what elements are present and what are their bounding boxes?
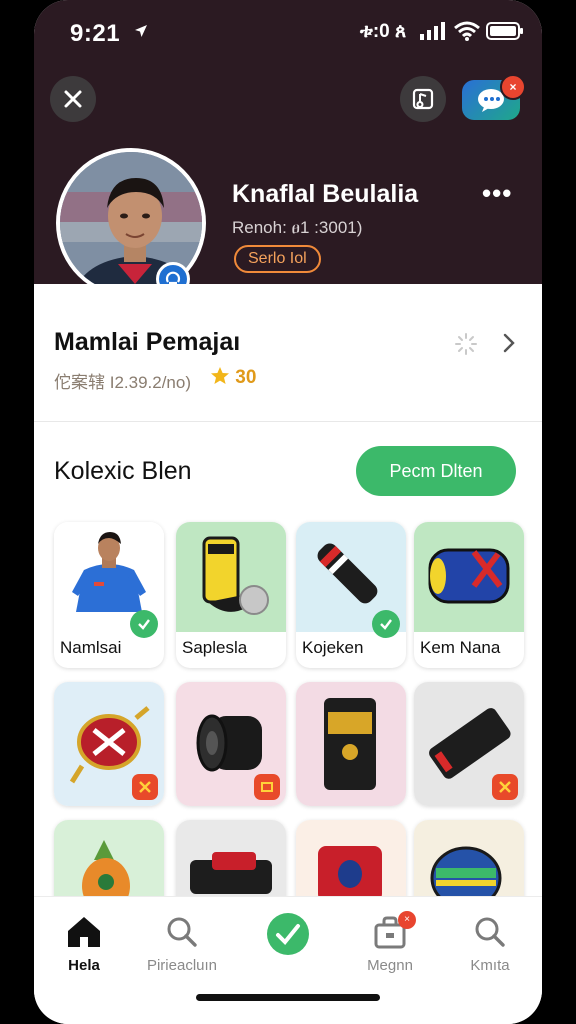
nav-item-search-2[interactable]: Kmıta bbox=[440, 915, 540, 985]
rating-score: 30 bbox=[210, 366, 256, 389]
rating-title: Mamlai Pemajaı bbox=[54, 328, 241, 356]
chevron-right-icon[interactable] bbox=[500, 332, 518, 354]
check-circle-icon bbox=[267, 913, 309, 955]
collection-card[interactable] bbox=[414, 682, 524, 806]
nav-badge: × bbox=[398, 911, 416, 929]
profile-status-badge[interactable]: Serlo Iol bbox=[234, 245, 321, 273]
collection-action-button[interactable]: Pecm Dlten bbox=[356, 446, 516, 496]
star-icon bbox=[211, 367, 229, 384]
collection-card[interactable] bbox=[54, 682, 164, 806]
tag-icon bbox=[254, 774, 280, 800]
rating-row[interactable]: Mamlai Pemajaı 佗案辖 I2.39.2/no) 30 bbox=[34, 284, 542, 422]
rating-score-value: 30 bbox=[235, 367, 257, 388]
collection-card[interactable]: Saplesla bbox=[176, 522, 286, 668]
owned-check-icon bbox=[372, 610, 400, 638]
phone-screen: 9:21 ቱ:0 ጰ × Knaflal Beulalia Renoh: ፀ1 … bbox=[34, 0, 542, 1024]
close-icon bbox=[64, 90, 82, 108]
owned-check-icon bbox=[130, 610, 158, 638]
battery-icon bbox=[486, 22, 523, 40]
nav-label: Hela bbox=[68, 957, 100, 974]
tag-icon bbox=[132, 774, 158, 800]
collection-card[interactable] bbox=[296, 682, 406, 806]
nav-item-home[interactable]: Hela bbox=[34, 915, 134, 985]
collection-card[interactable]: Kojeken bbox=[296, 522, 406, 668]
collection-card[interactable]: Namlsai bbox=[54, 522, 164, 668]
nav-item-bag[interactable]: × Megnn bbox=[340, 911, 440, 985]
wallet-image bbox=[296, 682, 406, 806]
wifi-icon bbox=[454, 21, 480, 41]
profile-subtitle: Renoh: ፀ1 :3001) bbox=[232, 218, 363, 237]
profile-header: 9:21 ቱ:0 ጰ × Knaflal Beulalia Renoh: ፀ1 … bbox=[34, 0, 542, 298]
tag-icon bbox=[492, 774, 518, 800]
rating-subtitle: 佗案辖 I2.39.2/no) bbox=[54, 373, 192, 392]
collection-card[interactable]: Kem Nana bbox=[414, 522, 524, 668]
card-label: Kojeken bbox=[302, 638, 364, 657]
search-icon bbox=[475, 917, 505, 947]
location-arrow-icon bbox=[135, 25, 147, 37]
home-indicator[interactable] bbox=[196, 994, 380, 1001]
bottom-nav: Hela Pirieacluın × Megnn Kmıta bbox=[34, 896, 542, 1024]
signal-icon bbox=[420, 22, 445, 40]
collection-card[interactable] bbox=[176, 682, 286, 806]
status-carrier: ቱ:0 ጰ bbox=[360, 21, 407, 42]
card-label: Namlsai bbox=[60, 638, 122, 657]
collection-title: Kolexic Blen bbox=[54, 457, 192, 485]
more-options-button[interactable]: ••• bbox=[482, 178, 512, 209]
loading-icon bbox=[455, 333, 477, 355]
nav-item-search[interactable]: Pirieacluın bbox=[132, 915, 232, 985]
media-icon bbox=[412, 88, 434, 110]
close-button[interactable] bbox=[50, 76, 96, 122]
card-label: Saplesla bbox=[182, 638, 248, 657]
nav-label: Megnn bbox=[367, 957, 413, 974]
boot-ball-image bbox=[176, 522, 286, 632]
nav-label: Kmıta bbox=[470, 957, 510, 974]
nav-item-center[interactable] bbox=[238, 913, 338, 985]
profile-name: Knaflal Beulalia bbox=[232, 180, 419, 208]
notification-badge: × bbox=[500, 74, 526, 100]
status-time: 9:21 bbox=[70, 20, 121, 47]
sports-bag-image bbox=[414, 522, 524, 632]
home-icon bbox=[68, 917, 100, 947]
nav-label: Pirieacluın bbox=[146, 957, 218, 974]
card-label: Kem Nana bbox=[420, 638, 501, 657]
media-button[interactable] bbox=[400, 76, 446, 122]
status-bar: 9:21 ቱ:0 ጰ bbox=[34, 0, 542, 62]
search-icon bbox=[167, 917, 197, 947]
